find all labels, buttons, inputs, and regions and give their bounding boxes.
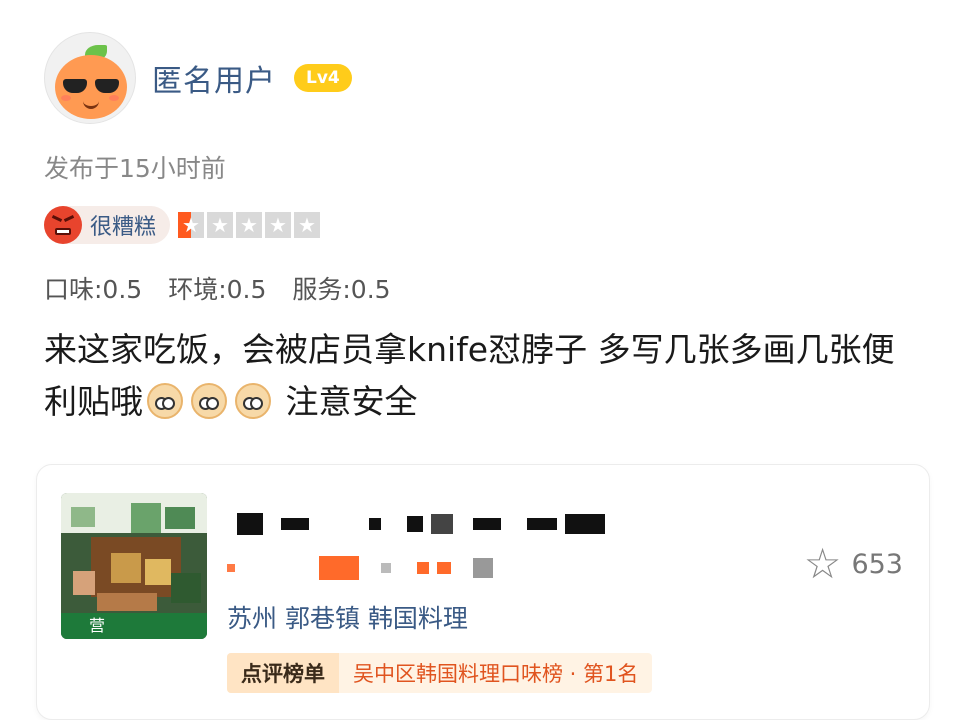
star-icon: ★ (207, 212, 234, 238)
avatar-blush (61, 95, 71, 101)
melon-face-emoji-icon (147, 383, 183, 419)
melon-face-emoji-icon (191, 383, 227, 419)
sunglasses-icon (63, 79, 119, 93)
mood-label: 很糟糕 (90, 215, 157, 240)
review-header: 匿名用户 Lv4 (44, 32, 352, 124)
star-icon: ★ (294, 212, 321, 238)
star-icon: ★ (265, 212, 292, 238)
shop-thumb-tag: 营 (61, 613, 207, 639)
rank-label: 点评榜单 (227, 653, 339, 693)
sub-scores: 口味:0.5 环境:0.5 服务:0.5 (44, 270, 417, 306)
shop-location: 苏州 郭巷镇 韩国料理 (227, 604, 468, 633)
melon-face-emoji-icon (235, 383, 271, 419)
avatar-blush (109, 95, 119, 101)
score-environment: 环境:0.5 (168, 275, 267, 304)
star-outline-icon: ☆ (803, 539, 842, 588)
review-text-tail: 注意安全 (275, 382, 418, 421)
review-content: 来这家吃饭，会被店员拿knife怼脖子 多写几张多画几张便利贴哦 注意安全 (44, 324, 924, 428)
star-icon: ★ (178, 212, 205, 238)
shop-card[interactable]: 营 苏州 郭巷镇 韩国料理 ☆ 653 点评榜单 吴中区韩国料理口味榜 · 第1… (36, 464, 930, 720)
rank-text: 吴中区韩国料理口味榜 · 第1名 (353, 662, 639, 686)
angry-face-icon (44, 206, 82, 244)
shop-thumbnail[interactable]: 营 (61, 493, 207, 639)
favorite-count: 653 (851, 548, 903, 580)
username[interactable]: 匿名用户 (152, 56, 276, 100)
mood-badge: 很糟糕 (44, 206, 171, 244)
shop-subline-redacted (227, 555, 501, 581)
user-avatar[interactable] (44, 32, 136, 124)
shop-name-redacted (237, 509, 613, 539)
rating-row: 很糟糕 ★ ★ ★ ★ ★ (44, 205, 323, 245)
score-taste: 口味:0.5 (44, 275, 143, 304)
favorite-button[interactable]: ☆ 653 (804, 543, 903, 585)
post-time: 发布于15小时前 (44, 154, 226, 183)
star-icon: ★ (236, 212, 263, 238)
rank-banner[interactable]: 点评榜单 吴中区韩国料理口味榜 · 第1名 (227, 653, 653, 693)
level-badge: Lv4 (294, 64, 352, 92)
score-service: 服务:0.5 (292, 275, 391, 304)
star-rating: ★ ★ ★ ★ ★ (178, 212, 323, 238)
